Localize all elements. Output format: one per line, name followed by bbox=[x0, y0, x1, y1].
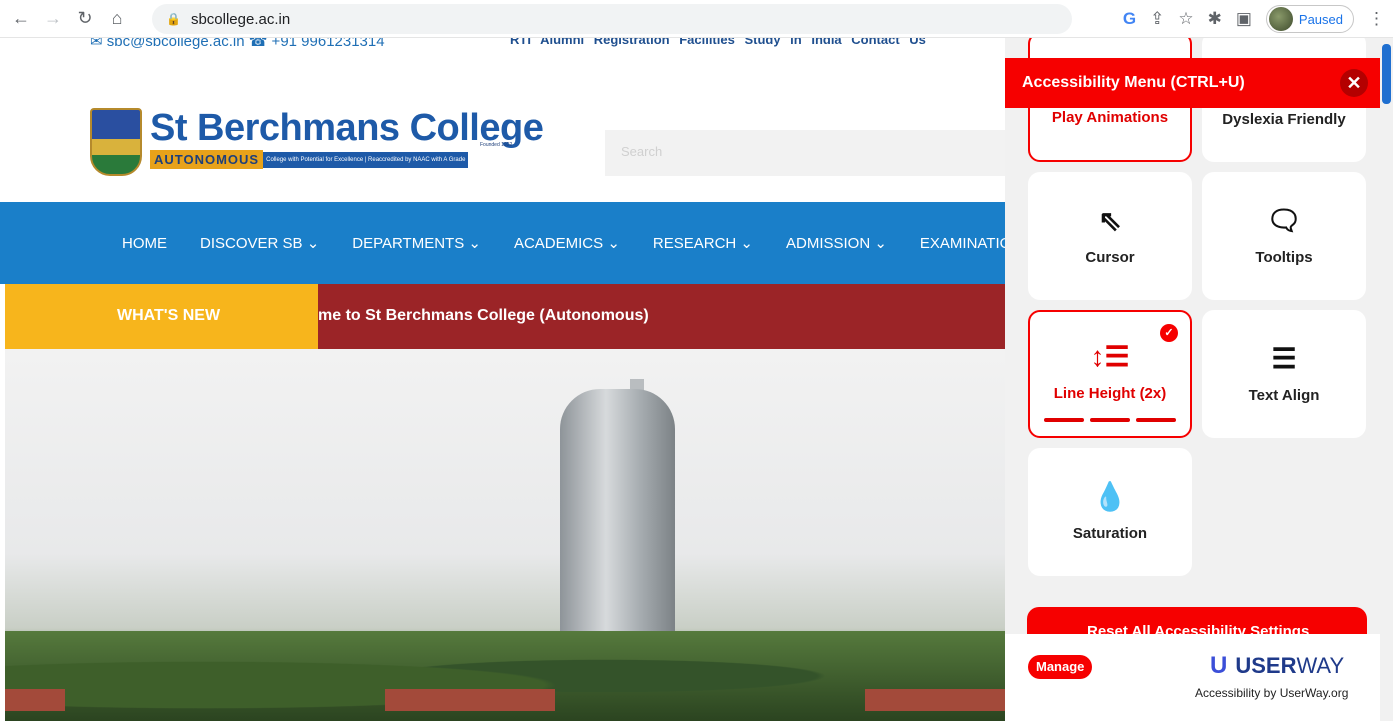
accessibility-title: Accessibility Menu (CTRL+U) bbox=[1022, 74, 1245, 91]
browser-toolbar: ← → ↻ ⌂ 🔒 sbcollege.ac.in G ⇪ ☆ ✱ ▣ Paus… bbox=[0, 0, 1393, 38]
scrollbar-thumb[interactable] bbox=[1382, 44, 1391, 104]
building-roof bbox=[385, 689, 555, 711]
top-links[interactable]: RTI Alumni Registration Facilities Study… bbox=[510, 38, 926, 47]
menu-icon[interactable]: ⋮ bbox=[1368, 9, 1385, 29]
play-animations-label: Play Animations bbox=[1051, 109, 1169, 126]
nav-examination[interactable]: EXAMINATION ⌄ bbox=[920, 234, 1005, 252]
nav-research[interactable]: RESEARCH ⌄ bbox=[653, 234, 753, 252]
droplet-icon: 💧 bbox=[1092, 481, 1128, 512]
accessibility-panel: Play Animations Dyslexia Friendly Access… bbox=[1005, 38, 1380, 721]
nav-admission[interactable]: ADMISSION ⌄ bbox=[786, 234, 887, 252]
bookmark-star-icon[interactable]: ☆ bbox=[1178, 9, 1193, 29]
home-icon[interactable]: ⌂ bbox=[106, 8, 128, 30]
dyslexia-friendly-label: Dyslexia Friendly bbox=[1222, 111, 1346, 128]
saturation-tile[interactable]: 💧 Saturation bbox=[1028, 448, 1192, 576]
building-roof bbox=[865, 689, 1005, 711]
crest-icon bbox=[90, 108, 142, 176]
cursor-tile[interactable]: ⇖ Cursor bbox=[1028, 172, 1192, 300]
userway-brand-light: WAY bbox=[1296, 653, 1345, 678]
toolbar-actions: G ⇪ ☆ ✱ ▣ Paused ⋮ bbox=[1123, 4, 1385, 34]
avatar bbox=[1268, 7, 1293, 31]
back-icon[interactable]: ← bbox=[10, 8, 32, 30]
line-height-icon: ↕☰ bbox=[1090, 341, 1130, 372]
extensions-icon[interactable]: ✱ bbox=[1208, 9, 1222, 29]
cursor-icon: ⇖ bbox=[1098, 205, 1122, 236]
close-icon[interactable]: ✕ bbox=[1340, 69, 1368, 97]
hero-image bbox=[5, 349, 1005, 721]
nav-departments[interactable]: DEPARTMENTS ⌄ bbox=[352, 234, 481, 252]
contact-info[interactable]: ✉ sbc@sbcollege.ac.in ☎ +91 9961231314 bbox=[90, 38, 385, 50]
share-icon[interactable]: ⇪ bbox=[1150, 9, 1164, 29]
accessibility-footer: Manage U USER WAY Accessibility by UserW… bbox=[1005, 634, 1380, 721]
tooltips-tile[interactable]: 🗨 Tooltips bbox=[1202, 172, 1366, 300]
forward-icon[interactable]: → bbox=[42, 8, 64, 30]
address-bar[interactable]: 🔒 sbcollege.ac.in bbox=[152, 4, 1072, 34]
side-panel-icon[interactable]: ▣ bbox=[1236, 9, 1252, 29]
text-align-label: Text Align bbox=[1248, 387, 1320, 404]
accessibility-header: Accessibility Menu (CTRL+U) ✕ bbox=[1005, 58, 1380, 108]
line-height-label: Line Height (2x) bbox=[1053, 385, 1167, 402]
text-align-icon: ☰ bbox=[1271, 343, 1297, 374]
nav-home[interactable]: HOME bbox=[122, 235, 167, 252]
manage-button[interactable]: Manage bbox=[1028, 655, 1093, 679]
main-nav: HOME DISCOVER SB ⌄ DEPARTMENTS ⌄ ACADEMI… bbox=[0, 202, 1005, 284]
userway-icon: U bbox=[1210, 652, 1228, 679]
logo-founded: Founded 1922 bbox=[480, 142, 513, 148]
nav-academics[interactable]: ACADEMICS ⌄ bbox=[514, 234, 620, 252]
line-height-tile[interactable]: ✓ ↕☰ Line Height (2x) bbox=[1028, 310, 1192, 438]
text-align-tile[interactable]: ☰ Text Align bbox=[1202, 310, 1366, 438]
userway-brand-bold: USER bbox=[1235, 653, 1297, 678]
nav-discover-sb[interactable]: DISCOVER SB ⌄ bbox=[200, 234, 319, 252]
reload-icon[interactable]: ↻ bbox=[74, 8, 96, 30]
cursor-label: Cursor bbox=[1085, 249, 1135, 266]
saturation-label: Saturation bbox=[1072, 525, 1148, 542]
website-viewport: ✉ sbc@sbcollege.ac.in ☎ +91 9961231314 R… bbox=[0, 38, 1005, 721]
userway-logo[interactable]: U USER WAY bbox=[1210, 652, 1344, 680]
profile-status: Paused bbox=[1298, 11, 1343, 27]
whats-new-label: WHAT'S NEW bbox=[5, 284, 318, 349]
news-ticker[interactable]: me to St Berchmans College (Autonomous) bbox=[318, 284, 1005, 349]
line-height-level-bars bbox=[1044, 418, 1176, 422]
logo-tagline: College with Potential for Excellence | … bbox=[263, 151, 469, 168]
tooltip-icon: 🗨 bbox=[1266, 205, 1302, 236]
top-info-bar: ✉ sbc@sbcollege.ac.in ☎ +91 9961231314 R… bbox=[0, 38, 1005, 56]
google-icon[interactable]: G bbox=[1123, 9, 1136, 29]
lock-icon: 🔒 bbox=[166, 12, 181, 26]
tooltips-label: Tooltips bbox=[1255, 249, 1313, 266]
profile-button[interactable]: Paused bbox=[1265, 5, 1354, 33]
userway-subtitle: Accessibility by UserWay.org bbox=[1195, 686, 1349, 700]
url-text: sbcollege.ac.in bbox=[190, 10, 291, 28]
page-scrollbar[interactable] bbox=[1380, 38, 1393, 721]
building-roof bbox=[5, 689, 65, 711]
site-search-input[interactable]: Search bbox=[605, 130, 1005, 176]
logo-autonomous: AUTONOMOUS bbox=[150, 150, 264, 169]
check-icon: ✓ bbox=[1160, 324, 1178, 342]
